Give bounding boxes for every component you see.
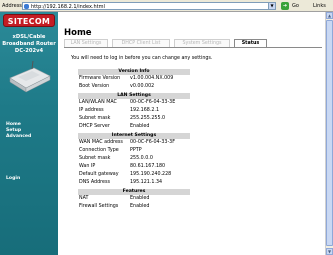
product-name: xDSL/Cable Broadband Router DC-202v4 [0,34,58,55]
status-row: Boot Version v0.00.002 [78,83,190,91]
row-label: Connection Type [79,148,119,153]
row-value: 00-0C-F6-04-33-3F [130,140,175,145]
tab-lan-settings[interactable]: LAN Settings [64,39,108,47]
sitecom-logo: SITECOM [3,14,55,27]
status-row: DHCP Server Enabled [78,123,190,131]
row-value: 195.190.240.228 [130,172,172,177]
row-value: 00-0C-F6-04-33-3E [130,100,176,105]
status-row: Firewall Settings Enabled [78,203,190,211]
sidebar: SITECOM xDSL/Cable Broadband Router DC-2… [0,12,58,255]
row-label: LAN/WLAN MAC [79,100,117,105]
status-row: WAN MAC address 00-0C-F6-04-33-3F [78,139,190,147]
status-row: Connection Type PPTP [78,147,190,155]
row-label: WAN MAC address [79,140,123,145]
address-url: http://192.168.2.1/index.html [31,4,105,10]
brand-logo-text: SITECOM [7,17,51,26]
router-image [9,60,51,93]
row-label: Firewall Settings [79,204,119,209]
row-label: IP address [79,108,104,113]
tab-underline [64,47,322,48]
row-value: Enabled [130,124,150,129]
row-value: v0.00.002 [130,84,155,89]
row-label: NAT [79,196,89,201]
row-label: Firmware Version [79,76,121,81]
main-content: Home LAN Settings DHCP Client List Syste… [58,12,325,255]
status-row: Default gateway 195.190.240.228 [78,171,190,179]
row-value: 80.61.167.180 [130,164,166,169]
row-label: Subnet mask [79,116,111,121]
row-label: DNS Address [79,180,110,185]
go-arrow-icon[interactable]: ➜ [281,2,289,10]
status-row: IP address 192.168.2.1 [78,107,190,115]
links-button[interactable]: Links [313,3,326,9]
tab-system-settings[interactable]: System Settings [174,39,230,47]
row-label: Default gateway [79,172,119,177]
row-value: 255.255.255.0 [130,116,166,121]
vertical-scrollbar[interactable]: ▲ ▼ [325,12,333,255]
side-link-advanced[interactable]: Advanced [6,134,31,140]
ie-page-icon [24,4,29,9]
row-value: 192.168.2.1 [130,108,159,113]
address-input[interactable]: http://192.168.2.1/index.html ▼ [22,2,276,10]
status-row: Subnet mask 255.0.0.0 [78,155,190,163]
status-row: Firmware Version v1.00.004.NX.009 [78,75,190,83]
side-link-login[interactable]: Login [6,176,20,181]
row-value: PPTP [130,148,142,153]
row-label: Subnet mask [79,156,111,161]
status-row: Subnet mask 255.255.255.0 [78,115,190,123]
row-label: DHCP Server [79,124,110,129]
row-value: 255.0.0.0 [130,156,153,161]
status-row: LAN/WLAN MAC 00-0C-F6-04-33-3E [78,99,190,107]
status-row: NAT Enabled [78,195,190,203]
status-row: DNS Address 195.121.1.34 [78,179,190,187]
product-line-1: xDSL/Cable [12,34,46,40]
product-line-3: DC-202v4 [14,48,44,54]
address-dropdown-icon[interactable]: ▼ [268,3,275,9]
address-label: Address [2,3,22,9]
scroll-down-icon[interactable]: ▼ [326,248,333,255]
product-line-2: Broadband Router [2,41,56,47]
row-value: Enabled [130,196,150,201]
row-label: Wan IP [79,164,96,169]
status-row: Wan IP 80.61.167.180 [78,163,190,171]
tab-dhcp-client-list[interactable]: DHCP Client List [112,39,170,47]
go-button[interactable]: Go [292,3,299,9]
row-value: Enabled [130,204,150,209]
page-title: Home [64,28,92,38]
login-note: You will need to log in before you can c… [71,56,213,61]
row-value: v1.00.004.NX.009 [130,76,174,81]
scroll-up-icon[interactable]: ▲ [326,12,333,19]
row-label: Boot Version [79,84,110,89]
scrollbar-thumb[interactable] [326,20,333,246]
side-menu: Home Setup Advanced [6,122,31,140]
row-value: 195.121.1.34 [130,180,163,185]
address-bar: Address http://192.168.2.1/index.html ▼ … [0,0,333,12]
